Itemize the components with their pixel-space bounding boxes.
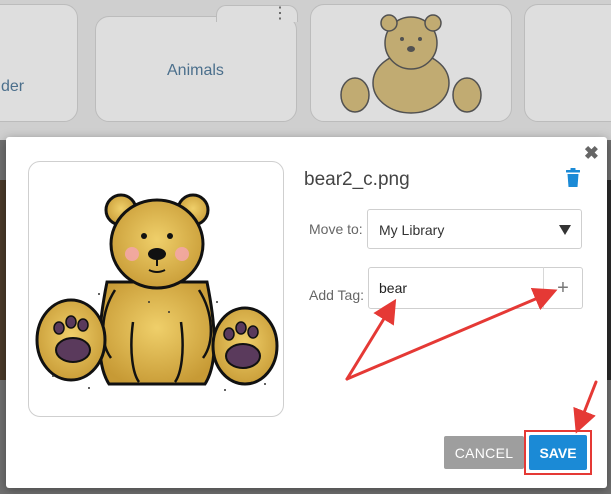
file-name: bear2_c.png xyxy=(304,169,410,190)
gallery-strip xyxy=(0,0,611,140)
add-tag-button[interactable]: + xyxy=(543,267,583,309)
add-tag-label: Add Tag: xyxy=(309,287,365,303)
cancel-button[interactable]: CANCEL xyxy=(444,436,524,469)
move-to-selected-value: My Library xyxy=(379,222,445,238)
close-icon[interactable]: ✖ xyxy=(584,143,599,163)
image-tile-bear[interactable] xyxy=(310,4,512,122)
edit-image-dialog: ✖ bear2_c.png Move to: My Library Add Ta… xyxy=(6,137,607,488)
move-to-label: Move to: xyxy=(309,221,363,237)
save-button[interactable]: SAVE xyxy=(529,435,587,470)
folder-tile-animals[interactable]: ⋮ Animals xyxy=(95,5,298,122)
image-tile[interactable] xyxy=(524,4,611,122)
trash-icon[interactable] xyxy=(565,168,581,188)
add-tag-input[interactable] xyxy=(368,267,544,309)
image-preview xyxy=(28,161,284,417)
bear-image xyxy=(35,193,279,391)
bear-thumbnail xyxy=(340,14,482,114)
move-to-select[interactable]: My Library xyxy=(367,209,582,249)
more-options-icon[interactable]: ⋮ xyxy=(272,6,288,22)
caret-down-icon xyxy=(559,225,571,235)
folder-tile-label: Animals xyxy=(167,62,224,79)
folder-tile-label: der xyxy=(1,78,25,95)
folder-tile[interactable]: der xyxy=(0,4,78,122)
